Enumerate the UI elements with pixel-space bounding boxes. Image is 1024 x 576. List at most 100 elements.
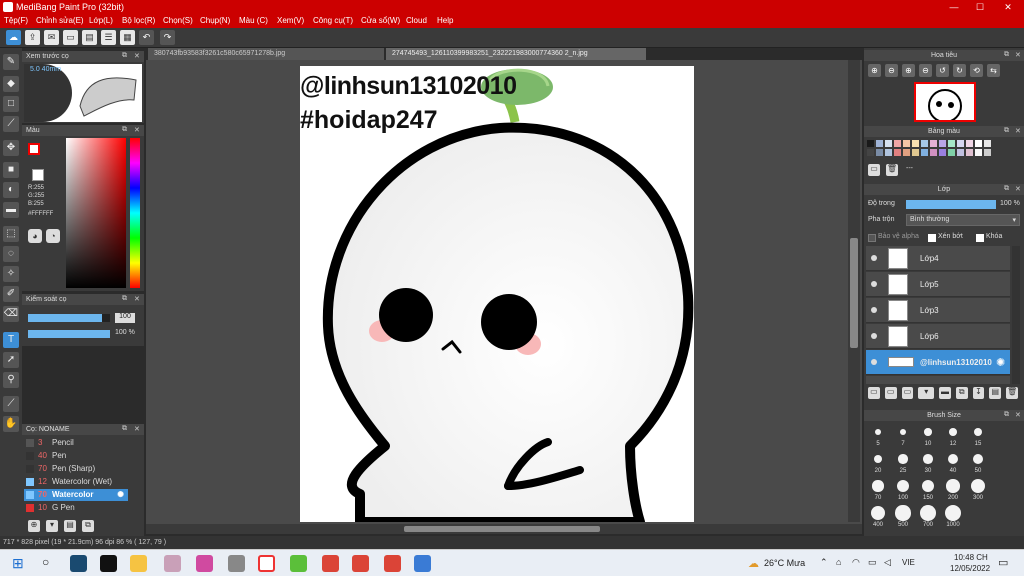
secondary-color-swatch[interactable] <box>32 169 44 181</box>
palette-swatch[interactable] <box>984 140 991 147</box>
layer-row[interactable]: Lớp4 <box>866 246 1010 271</box>
camera-icon[interactable] <box>228 555 245 572</box>
detach-icon[interactable]: ⧉ <box>122 52 127 60</box>
primary-color-swatch[interactable] <box>28 143 40 155</box>
brush-size-dot[interactable] <box>895 505 911 521</box>
panel-close-icon[interactable]: ✕ <box>1015 51 1021 59</box>
eraser-tool-icon[interactable]: ◆ <box>3 76 19 92</box>
palette-remove-icon[interactable]: ◔ <box>46 229 60 243</box>
protect-alpha-checkbox[interactable] <box>868 234 876 242</box>
brush-size-dot[interactable] <box>972 453 984 465</box>
select-pen-tool-icon[interactable]: ✐ <box>3 286 19 302</box>
layer-scrollbar[interactable] <box>1012 246 1020 384</box>
cloud-icon[interactable]: ☁ <box>6 30 21 45</box>
palette-swatch[interactable] <box>885 140 892 147</box>
menu-file[interactable]: Tệp(F) <box>4 16 28 25</box>
file-explorer-icon[interactable] <box>130 555 147 572</box>
clipping-checkbox[interactable] <box>928 234 936 242</box>
palette-swatch[interactable] <box>885 149 892 156</box>
zoom-out-icon[interactable]: ⊖ <box>885 64 898 77</box>
brush-size-dot[interactable] <box>949 428 957 436</box>
hand-tool-icon[interactable]: ✋ <box>3 416 19 432</box>
zoom-fit-icon[interactable]: ⊕ <box>902 64 915 77</box>
wifi-icon[interactable]: ◠ <box>852 557 860 568</box>
select-eraser-tool-icon[interactable]: ⌫ <box>3 306 19 322</box>
menu-color[interactable]: Màu (C) <box>239 16 268 25</box>
hue-slider[interactable] <box>130 138 140 288</box>
detach-icon[interactable]: ⧉ <box>1004 185 1009 193</box>
brush-list-item[interactable]: 40 Pen <box>24 450 128 462</box>
brush-size-value[interactable]: 100 <box>115 313 135 323</box>
add-layer-dropdown-icon[interactable]: ▾ <box>918 387 935 399</box>
brush-list-item[interactable]: 70 Pen (Sharp) <box>24 463 128 475</box>
trash-icon[interactable]: 🗑 <box>1006 387 1018 399</box>
comment-icon[interactable]: ✉ <box>44 30 59 45</box>
tray-chevron-icon[interactable]: ⌃ <box>820 557 828 568</box>
select-tool-icon[interactable]: ⬚ <box>3 226 19 242</box>
brush-size-dot[interactable] <box>947 453 959 465</box>
palette-swatch[interactable] <box>975 149 982 156</box>
menu-snap[interactable]: Chụp(N) <box>200 16 230 25</box>
tab-document-2[interactable]: 274745493_126110399983251_23222198300077… <box>386 48 646 60</box>
brush-opacity-slider[interactable] <box>28 330 110 338</box>
brush-size-dot[interactable] <box>898 454 908 464</box>
brush-copy-icon[interactable]: ⧉ <box>82 520 94 532</box>
divide-tool-icon[interactable]: ⟋ <box>3 396 19 412</box>
medibang-icon[interactable] <box>258 555 275 572</box>
add-brush-dropdown-icon[interactable]: ▾ <box>46 520 58 532</box>
palette-swatch[interactable] <box>930 140 937 147</box>
eye-icon[interactable] <box>871 359 877 365</box>
app-icon-store[interactable] <box>70 555 87 572</box>
navigator-thumbnail[interactable] <box>914 82 976 123</box>
maximize-button[interactable]: ☐ <box>966 0 994 14</box>
palette-swatch[interactable] <box>912 140 919 147</box>
new-color-layer-icon[interactable]: ▭ <box>884 387 897 399</box>
brush-size-dot[interactable] <box>945 505 961 521</box>
layer-row[interactable]: Lớp6 <box>866 324 1010 349</box>
eye-icon[interactable] <box>871 333 877 339</box>
brush-size-dot[interactable] <box>874 428 882 436</box>
menu-filter[interactable]: Bộ lọc(R) <box>122 16 155 25</box>
undo-icon[interactable]: ↶ <box>139 30 154 45</box>
rotate-reset-icon[interactable]: ⟲ <box>970 64 983 77</box>
app-icon-capcut[interactable] <box>100 555 117 572</box>
palette-swatch[interactable] <box>903 149 910 156</box>
shape-tool-icon[interactable]: □ <box>3 96 19 112</box>
eye-icon[interactable] <box>871 281 877 287</box>
lasso-tool-icon[interactable]: ◌ <box>3 246 19 262</box>
eyedropper-tool-icon[interactable]: ⚲ <box>3 372 19 388</box>
new-layer-icon[interactable]: ▭ <box>868 387 880 399</box>
flip-icon[interactable]: ⇆ <box>987 64 1000 77</box>
layer-row-active[interactable]: @linhsun13102010 ✺ <box>866 350 1010 375</box>
bucket-tool-icon[interactable]: ◐ <box>3 182 19 198</box>
brush-size-dot[interactable] <box>872 480 884 492</box>
brush-list-item[interactable]: 12 Watercolor (Wet) <box>24 476 128 488</box>
layer-settings-icon[interactable]: ▤ <box>989 387 1002 399</box>
brush-settings-icon[interactable]: ▤ <box>64 520 76 532</box>
panel-close-icon[interactable]: ✕ <box>134 295 140 303</box>
menu-cloud[interactable]: Cloud <box>406 16 427 25</box>
detach-icon[interactable]: ⧉ <box>122 425 127 433</box>
zoom-in-icon[interactable]: ⊕ <box>868 64 881 77</box>
weather-text[interactable]: 26°C Mưa <box>764 558 805 568</box>
clock-date[interactable]: 12/05/2022 <box>950 564 990 573</box>
palette-add-color-icon[interactable]: ▭ <box>868 164 880 176</box>
palette-swatch[interactable] <box>966 140 973 147</box>
menu-help[interactable]: Help <box>437 16 453 25</box>
brush-size-dot[interactable] <box>920 505 936 521</box>
palette-swatch[interactable] <box>894 140 901 147</box>
palette-swatch[interactable] <box>867 149 874 156</box>
palette-swatch[interactable] <box>975 140 982 147</box>
duplicate-layer-icon[interactable]: ⧉ <box>955 387 968 399</box>
zoom-actual-icon[interactable]: ⊖ <box>919 64 932 77</box>
menu-edit[interactable]: Chỉnh sửa(E) <box>36 16 84 25</box>
layer-opacity-slider[interactable] <box>906 200 996 209</box>
layer-row[interactable]: Lớp3 <box>866 298 1010 323</box>
palette-swatch[interactable] <box>948 140 955 147</box>
volume-icon[interactable]: ◁ <box>884 557 891 568</box>
new-halftone-layer-icon[interactable]: ▭ <box>901 387 914 399</box>
rotate-left-icon[interactable]: ↺ <box>936 64 949 77</box>
brush-size-dot[interactable] <box>873 454 883 464</box>
merge-layer-icon[interactable]: ↧ <box>972 387 985 399</box>
network-icon[interactable]: ⌂ <box>836 557 841 567</box>
